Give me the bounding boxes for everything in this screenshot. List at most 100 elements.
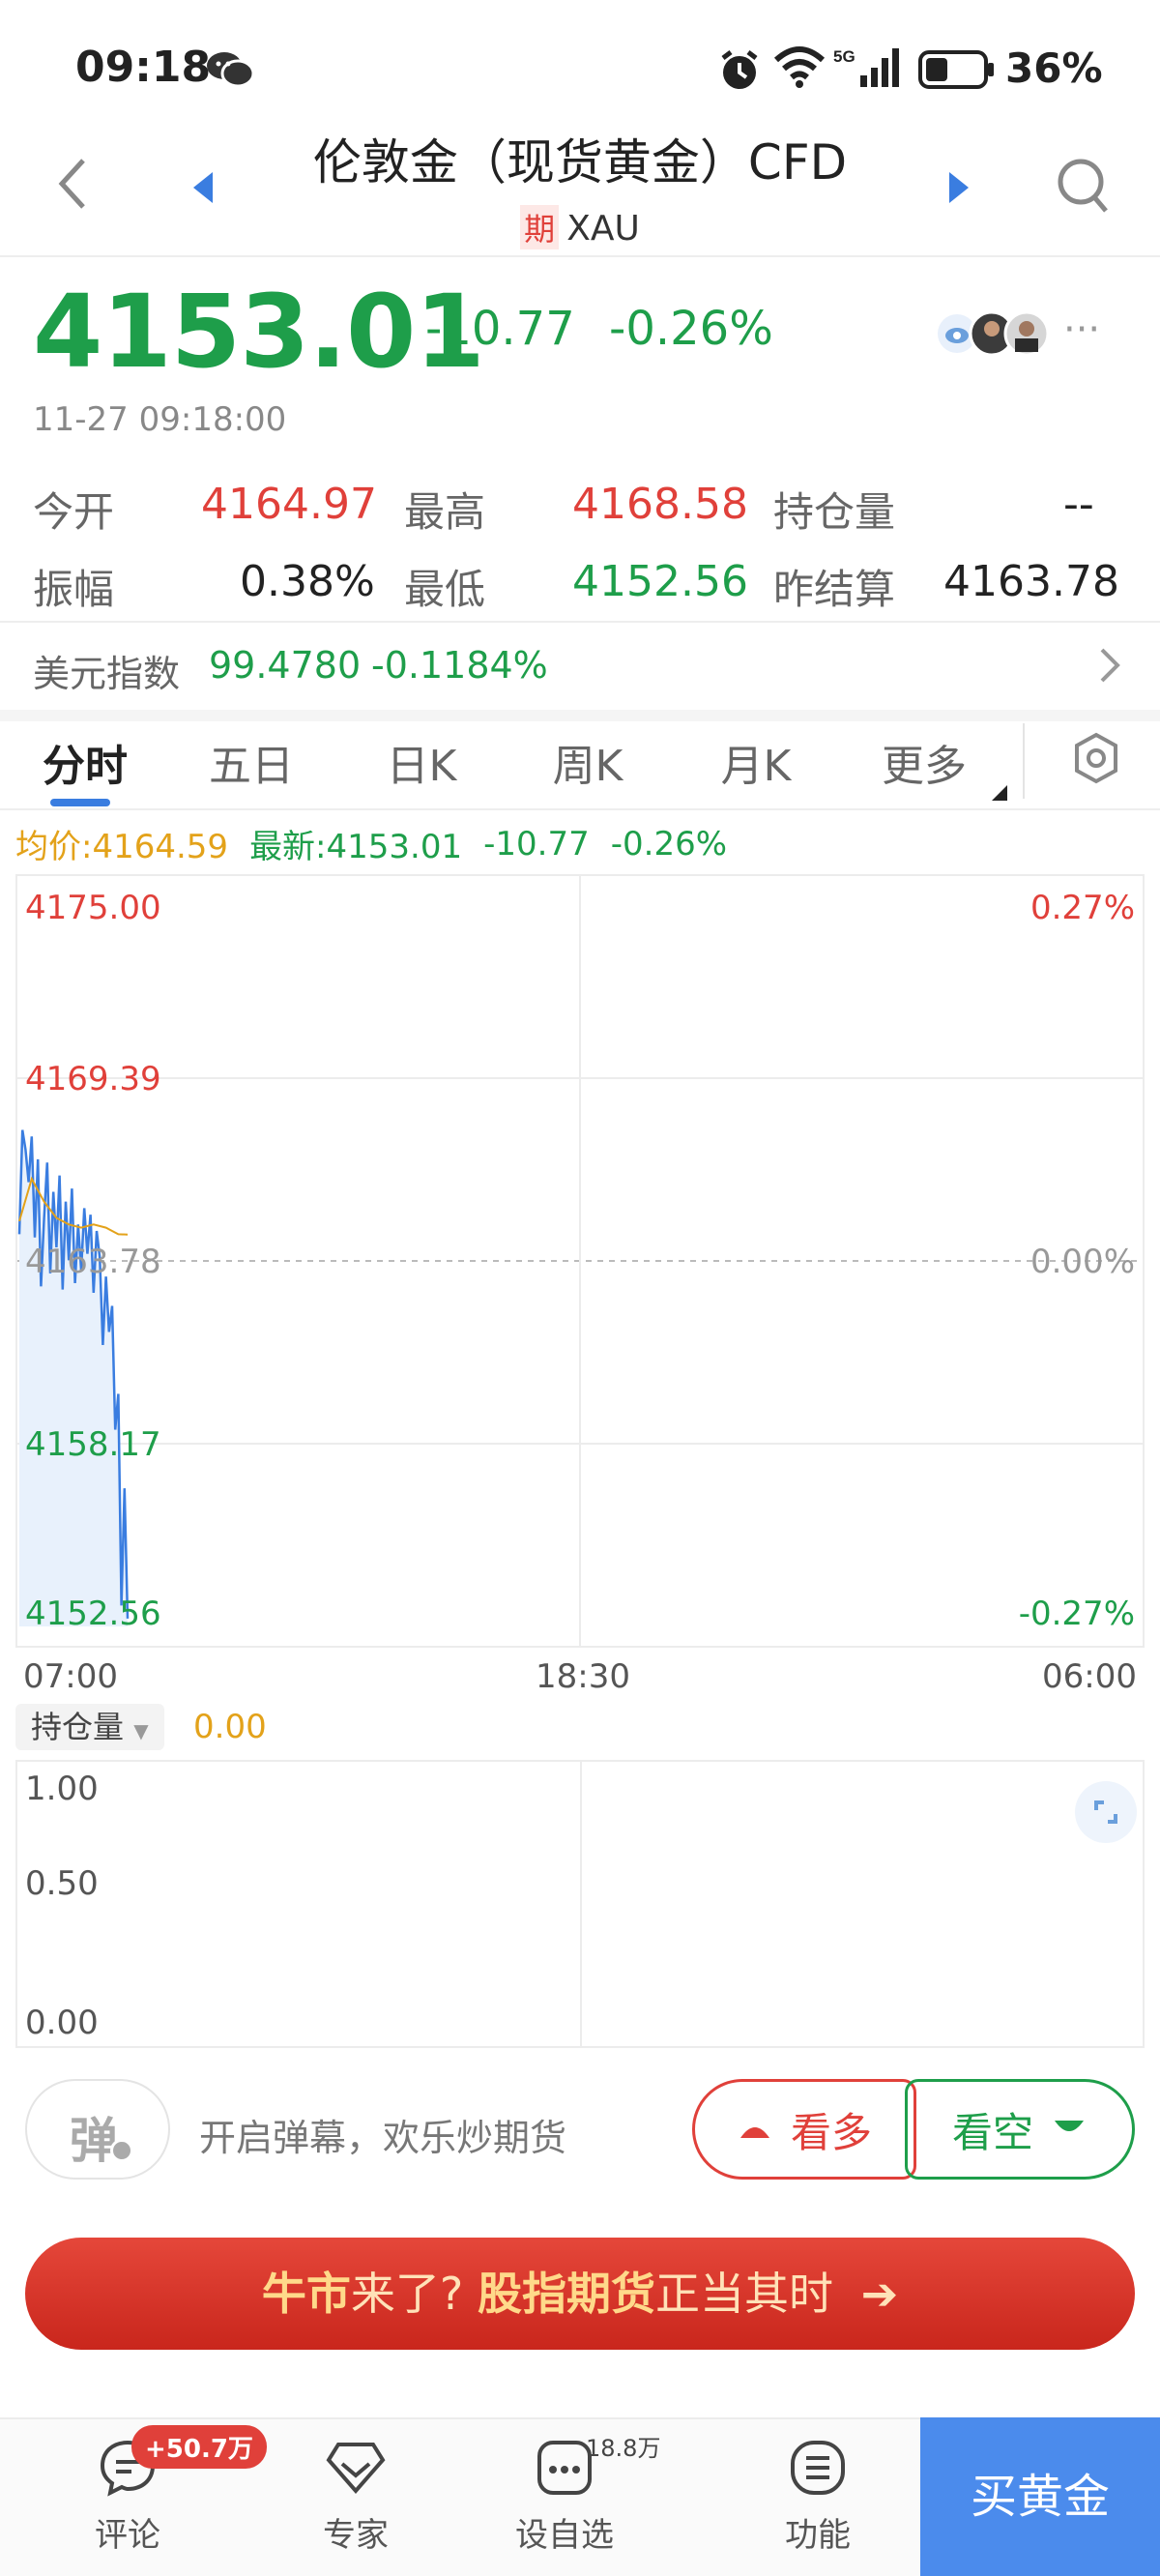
functions-icon	[791, 2441, 845, 2495]
comment-count-badge: +50.7万	[131, 2425, 267, 2469]
dollar-index-value: 99.4780	[209, 644, 362, 687]
intraday-chart-canvas: 4175.00 4169.39 4163.78 4158.17 4152.56 0.27%…	[17, 876, 1143, 1646]
next-instrument-icon[interactable]	[945, 170, 972, 209]
dollar-index-change: -0.1184%	[371, 644, 548, 687]
vol-y-tick-bottom: 0.00	[25, 2004, 99, 2042]
stat-value-open: 4164.97	[201, 480, 377, 529]
quote-time: 11-27 09:18:00	[33, 400, 287, 439]
last-price: 4153.01	[33, 273, 485, 391]
indicator-selector-label: 持仓量	[31, 1709, 125, 1745]
more-options-icon[interactable]: ···	[1063, 307, 1100, 352]
weibo-avatars[interactable]	[936, 307, 1052, 364]
bullish-button[interactable]: 看多	[692, 2079, 916, 2180]
stat-value-prev-settle: 4163.78	[943, 557, 1119, 606]
banner-part-3: 股指期货	[477, 2268, 655, 2320]
tab-five-day[interactable]: 五日	[174, 731, 329, 793]
svg-text:5G: 5G	[833, 47, 856, 66]
y-tick-left: 4152.56	[25, 1595, 161, 1633]
tab-active-indicator	[50, 799, 110, 806]
y-tick-left: 4169.39	[25, 1060, 161, 1098]
y-tick-left: 4158.17	[25, 1425, 161, 1464]
nav-comment-label: 评论	[95, 2516, 160, 2555]
back-icon[interactable]	[54, 155, 93, 217]
settings-icon[interactable]	[1069, 731, 1123, 789]
tab-intraday[interactable]: 分时	[8, 731, 162, 793]
x-tick-mid: 18:30	[536, 1657, 630, 1696]
stat-label-amplitude: 振幅	[33, 566, 115, 613]
nav-expert-label: 专家	[323, 2516, 389, 2555]
promo-banner-text: 牛市来了? 股指期货正当其时 ➔	[25, 2238, 1135, 2350]
tab-daily-k[interactable]: 日K	[344, 731, 499, 793]
section-divider	[0, 710, 1160, 721]
expand-icon[interactable]	[1075, 1781, 1137, 1843]
bullish-label: 看多	[790, 2108, 872, 2156]
indicator-value: 0.00	[193, 1708, 267, 1746]
caret-down-icon: ▼	[133, 1719, 149, 1742]
vol-y-tick-mid: 0.50	[25, 1864, 99, 1903]
banner-part-4: 正当其时	[654, 2268, 833, 2320]
watchlist-count: 18.8万	[586, 2435, 661, 2462]
status-time: 09:18	[75, 43, 212, 92]
battery-level: 36%	[1005, 44, 1103, 92]
buy-gold-label: 买黄金	[970, 2470, 1110, 2524]
y-tick-left: 4175.00	[25, 889, 161, 927]
triangle-up-icon	[740, 2127, 769, 2138]
indicator-selector[interactable]: 持仓量 ▼	[15, 1704, 164, 1750]
instrument-symbol: XAU	[566, 209, 640, 249]
vol-grid-vertical	[580, 1762, 582, 2046]
nav-expert[interactable]: 专家	[269, 2437, 443, 2556]
nav-functions[interactable]: 功能	[731, 2437, 905, 2556]
instrument-subtitle: 期 XAU	[251, 205, 909, 249]
vol-y-tick-top: 1.00	[25, 1770, 99, 1808]
triangle-down-icon	[1055, 2121, 1084, 2131]
diamond-icon	[326, 2443, 386, 2495]
price-change-percent: -0.26%	[609, 302, 773, 356]
danmaku-toggle-button[interactable]: 弹	[25, 2079, 170, 2180]
banner-part-2: 来了?	[350, 2268, 464, 2320]
chevron-right-icon[interactable]	[1098, 646, 1121, 688]
intraday-chart[interactable]: 4175.00 4169.39 4163.78 4158.17 4152.56 0.27%…	[15, 874, 1145, 1648]
danmaku-off-icon	[110, 2139, 133, 2162]
chart-legend: 均价:4164.59 最新:4153.01 -10.77 -0.26%	[15, 820, 727, 867]
instrument-title: 伦敦金（现货黄金）CFD	[312, 134, 848, 190]
legend-change: -10.77	[483, 824, 590, 864]
stat-label-open: 今开	[33, 488, 115, 536]
nav-watchlist-label: 设自选	[515, 2516, 614, 2555]
dollar-index-label: 美元指数	[33, 653, 181, 695]
buy-gold-button[interactable]: 买黄金	[920, 2417, 1160, 2576]
legend-average: 均价:4164.59	[15, 828, 229, 866]
bearish-label: 看空	[951, 2108, 1033, 2156]
arrow-right-icon: ➔	[860, 2268, 899, 2320]
more-dropdown-indicator	[992, 785, 1007, 801]
legend-change-percent: -0.26%	[610, 824, 728, 864]
y-tick-right: 0.27%	[1030, 889, 1135, 927]
tab-monthly-k[interactable]: 月K	[679, 731, 833, 793]
stat-label-prev-settle: 昨结算	[773, 566, 896, 613]
stat-value-low: 4152.56	[572, 557, 748, 606]
bearish-button[interactable]: 看空	[905, 2079, 1135, 2180]
signal-icon: 5G	[833, 46, 907, 93]
y-tick-right: 0.00%	[1030, 1243, 1135, 1281]
tab-weekly-k[interactable]: 周K	[510, 731, 665, 793]
y-tick-left: 4163.78	[25, 1243, 161, 1281]
danmaku-hint: 开启弹幕，欢乐炒期货	[199, 2117, 567, 2159]
tab-divider	[1023, 723, 1025, 799]
tabs-divider	[0, 808, 1160, 810]
price-change: -10.77	[425, 302, 575, 356]
stat-label-low: 最低	[404, 566, 486, 613]
open-interest-chart[interactable]: 1.00 0.50 0.00	[15, 1760, 1145, 2048]
search-icon[interactable]	[1056, 157, 1110, 219]
tab-more[interactable]: 更多	[847, 731, 1001, 793]
stat-label-open-interest: 持仓量	[773, 488, 896, 536]
y-tick-right: -0.27%	[1019, 1595, 1135, 1633]
x-tick-start: 07:00	[23, 1657, 118, 1696]
promo-banner[interactable]: 牛市来了? 股指期货正当其时 ➔	[25, 2238, 1135, 2350]
wifi-icon	[773, 44, 826, 93]
banner-part-1: 牛市	[261, 2268, 351, 2320]
wechat-icon	[205, 50, 255, 93]
battery-icon	[918, 50, 996, 93]
stat-value-open-interest: --	[1063, 480, 1094, 529]
prev-instrument-icon[interactable]	[189, 170, 217, 209]
legend-latest: 最新:4153.01	[249, 828, 463, 866]
alarm-icon	[717, 48, 762, 97]
